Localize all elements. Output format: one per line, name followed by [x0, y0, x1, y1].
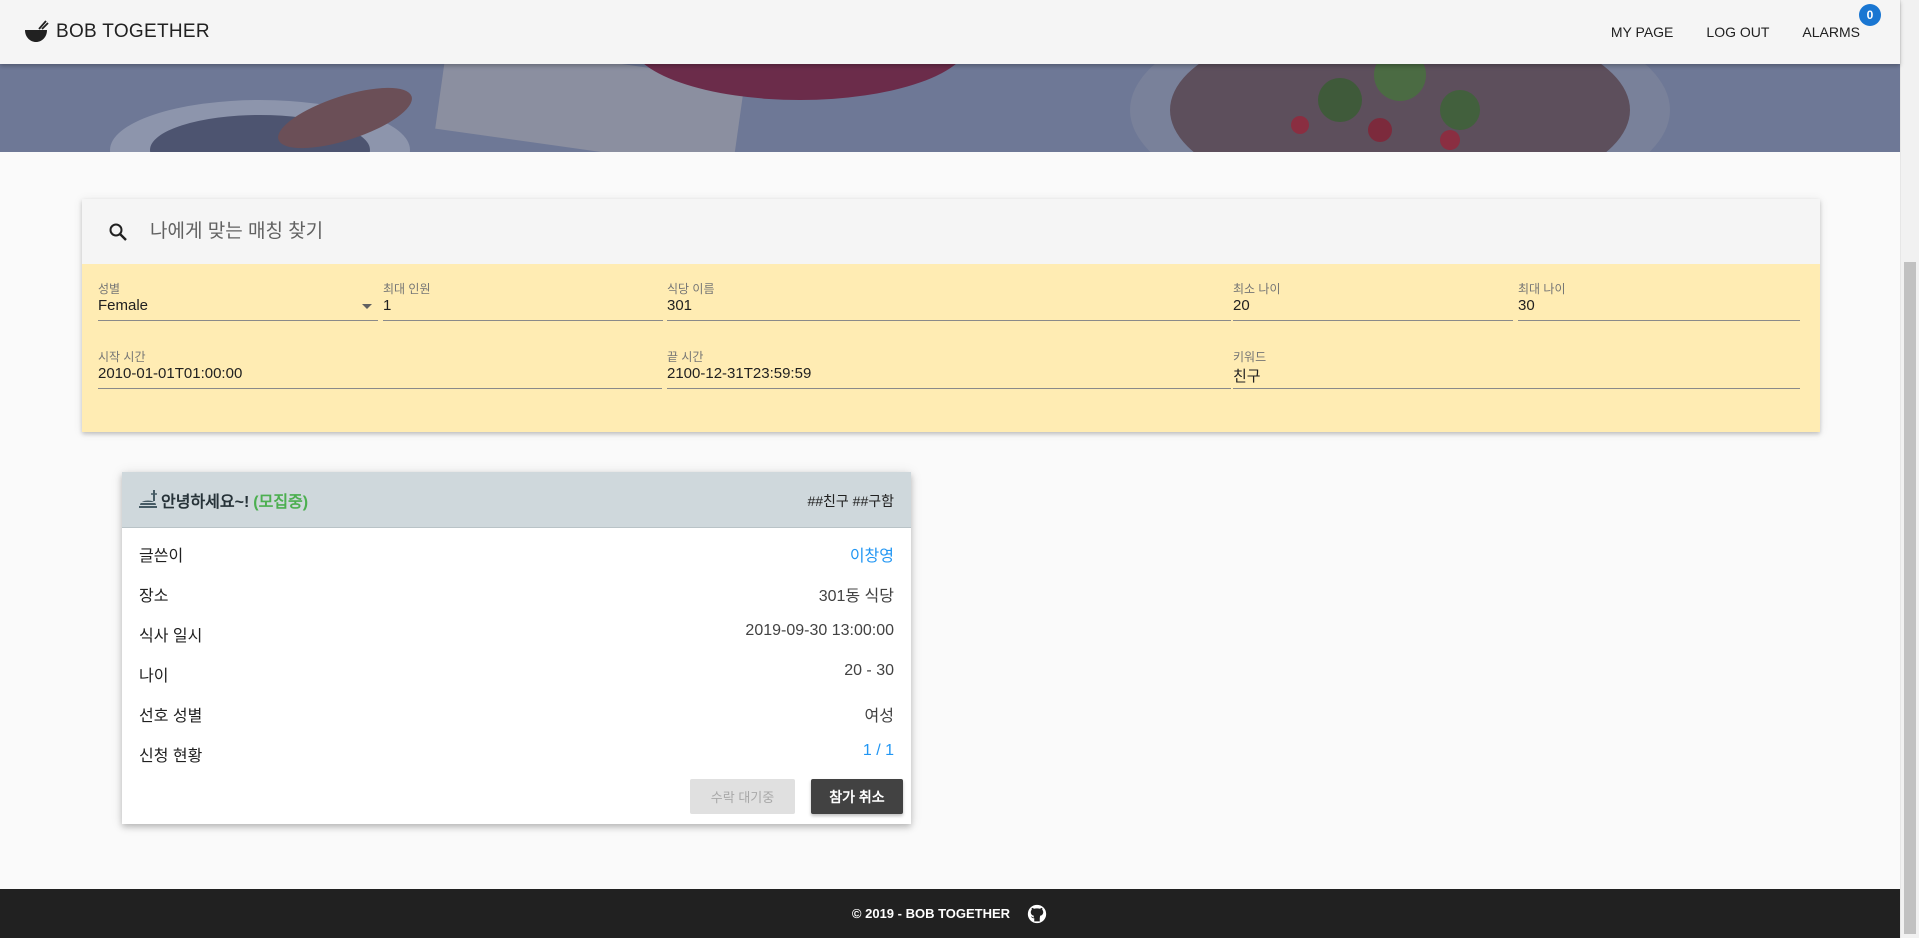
max-people-label: 최대 인원	[383, 282, 431, 296]
age-value: 20 - 30	[844, 662, 894, 679]
cancel-join-button[interactable]: 참가 취소	[811, 779, 903, 814]
match-card: 안녕하세요~! (모집중) ##친구 ##구함 글쓴이 이창영 장소 301동 …	[122, 472, 911, 824]
end-time-label: 끝 시간	[667, 350, 704, 364]
search-bar	[82, 199, 1820, 264]
rice-bowl-icon	[25, 20, 49, 42]
log-out-link[interactable]: LOG OUT	[1706, 24, 1769, 40]
top-nav: MY PAGE LOG OUT ALARMS 0	[1578, 0, 1881, 64]
restaurant-value: 301	[667, 297, 693, 314]
search-input[interactable]	[150, 220, 1050, 243]
card-row-age: 나이 20 - 30	[139, 662, 894, 686]
brand-title: BOB TOGETHER	[56, 21, 210, 42]
waiting-button[interactable]: 수락 대기중	[690, 779, 795, 814]
end-time-field[interactable]: 끝 시간 2100-12-31T23:59:59	[667, 348, 1231, 389]
keyword-field[interactable]: 키워드 친구	[1233, 348, 1800, 389]
keyword-value: 친구	[1233, 368, 1261, 385]
alarms-link[interactable]: ALARMS 0	[1802, 4, 1881, 40]
card-row-datetime: 식사 일시 2019-09-30 13:00:00	[139, 622, 894, 646]
max-people-value: 1	[383, 297, 392, 314]
gender-pref-value: 여성	[864, 708, 894, 725]
gender-select[interactable]: 성별 Female	[98, 280, 378, 321]
min-age-label: 최소 나이	[1233, 282, 1281, 296]
restaurant-icon	[139, 489, 157, 508]
card-header: 안녕하세요~! (모집중) ##친구 ##구함	[122, 472, 911, 528]
max-age-value: 30	[1518, 297, 1535, 314]
author-link[interactable]: 이창영	[850, 542, 894, 566]
author-label: 글쓴이	[139, 548, 184, 565]
footer: © 2019 - BOB TOGETHER	[0, 889, 1900, 938]
min-age-field[interactable]: 최소 나이 20	[1233, 280, 1513, 321]
status-badge: (모집중)	[253, 493, 309, 511]
card-tags: ##친구 ##구함	[807, 493, 894, 509]
card-row-place: 장소 301동 식당	[139, 582, 894, 606]
applications-label: 신청 현황	[139, 748, 203, 765]
search-icon	[109, 223, 127, 241]
datetime-value: 2019-09-30 13:00:00	[745, 622, 894, 639]
start-time-value: 2010-01-01T01:00:00	[98, 365, 243, 382]
footer-copyright: © 2019 - BOB TOGETHER	[851, 906, 1011, 921]
restaurant-label: 식당 이름	[667, 282, 715, 296]
app-bar: BOB TOGETHER MY PAGE LOG OUT ALARMS 0	[0, 0, 1900, 64]
restaurant-field[interactable]: 식당 이름 301	[667, 280, 1231, 321]
chevron-down-icon	[362, 304, 372, 309]
gender-label: 성별	[98, 282, 121, 296]
datetime-label: 식사 일시	[139, 628, 203, 645]
card-row-gender: 선호 성별 여성	[139, 702, 894, 726]
scrollbar-thumb[interactable]	[1904, 262, 1916, 934]
age-label: 나이	[139, 668, 169, 685]
alarm-count-badge: 0	[1859, 4, 1881, 26]
filter-form: 성별 Female 최대 인원 1 식당 이름 301 최소 나이 20 최대 …	[82, 264, 1820, 432]
start-time-field[interactable]: 시작 시간 2010-01-01T01:00:00	[98, 348, 662, 389]
min-age-value: 20	[1233, 297, 1250, 314]
max-people-field[interactable]: 최대 인원 1	[383, 280, 663, 321]
max-age-field[interactable]: 최대 나이 30	[1518, 280, 1800, 321]
my-page-link[interactable]: MY PAGE	[1611, 24, 1674, 40]
search-panel: 성별 Female 최대 인원 1 식당 이름 301 최소 나이 20 최대 …	[82, 199, 1820, 432]
alarms-label: ALARMS	[1802, 24, 1860, 40]
card-row-applications: 신청 현황 1 / 1	[139, 742, 894, 766]
place-value: 301동 식당	[818, 588, 894, 605]
brand[interactable]: BOB TOGETHER	[22, 18, 210, 46]
max-age-label: 최대 나이	[1518, 282, 1566, 296]
keyword-label: 키워드	[1233, 350, 1267, 364]
gender-value: Female	[98, 297, 149, 314]
github-icon[interactable]	[1026, 903, 1048, 925]
card-row-author: 글쓴이 이창영	[139, 542, 894, 566]
start-time-label: 시작 시간	[98, 350, 146, 364]
applications-link[interactable]: 1 / 1	[863, 742, 894, 760]
place-label: 장소	[139, 588, 169, 605]
card-title: 안녕하세요~!	[161, 493, 250, 511]
gender-pref-label: 선호 성별	[139, 708, 203, 725]
end-time-value: 2100-12-31T23:59:59	[667, 365, 812, 382]
page-scrollbar[interactable]	[1900, 0, 1919, 938]
